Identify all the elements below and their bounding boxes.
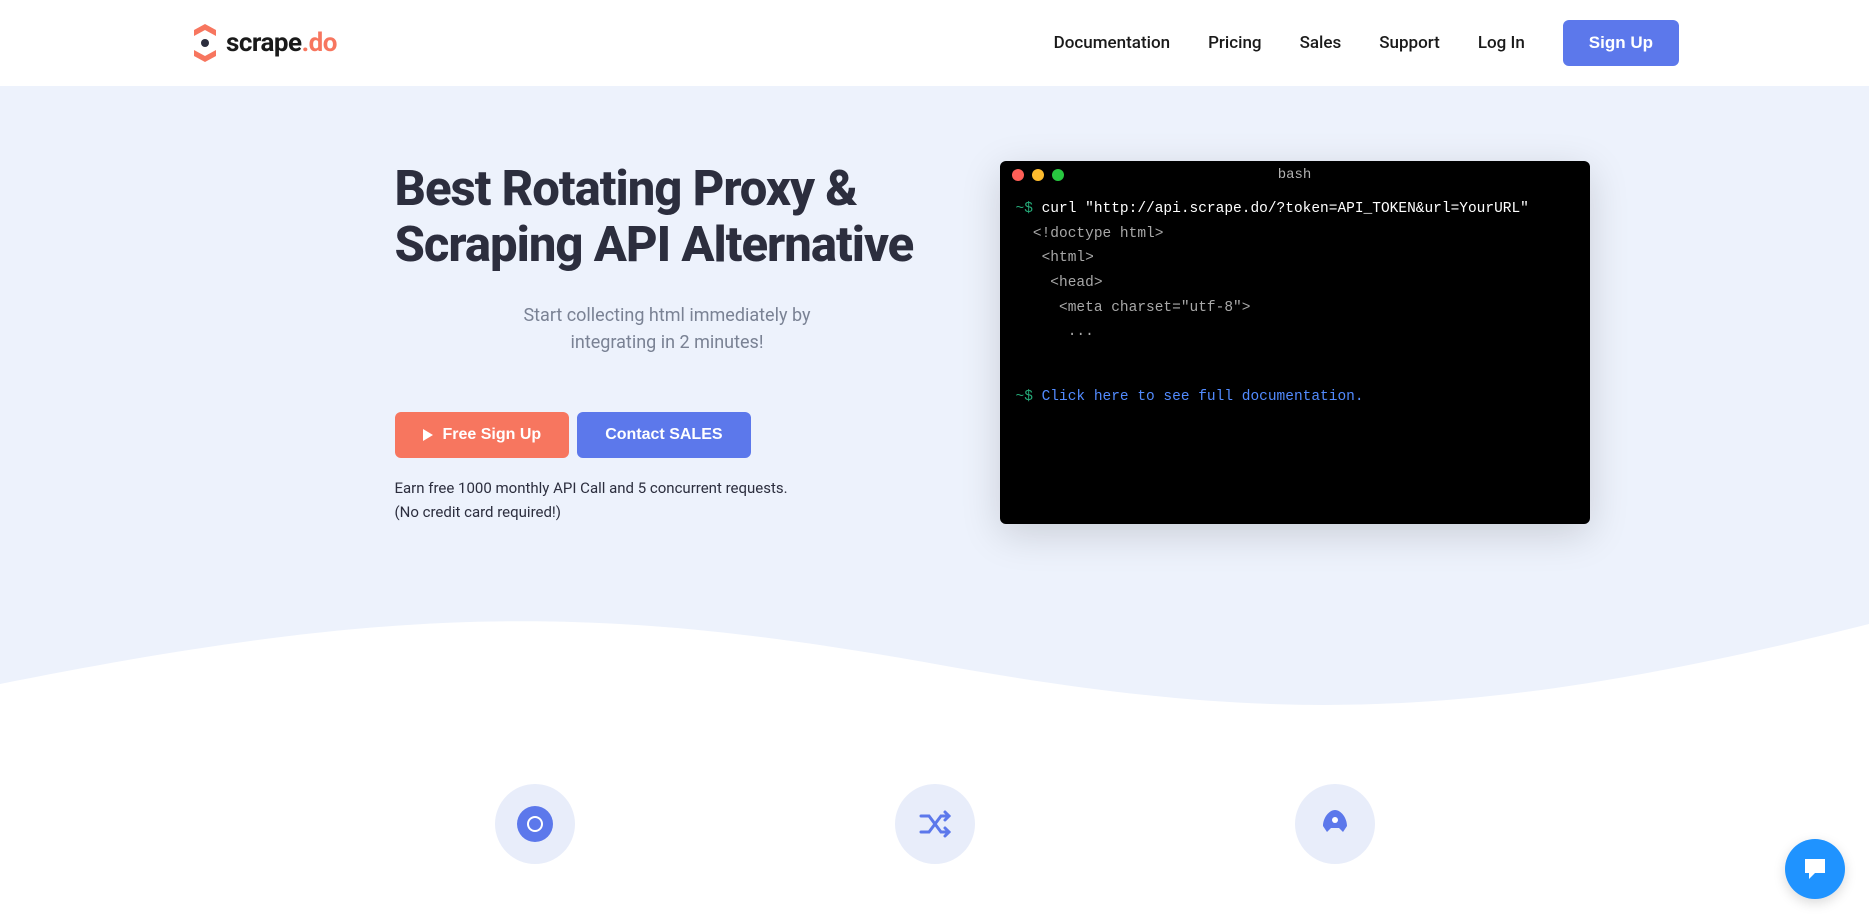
output-line: <head>: [1016, 271, 1574, 296]
terminal-body: ~$ curl "http://api.scrape.do/?token=API…: [1000, 189, 1590, 425]
fine-print-2: (No credit card required!): [395, 500, 940, 524]
logo-icon: [190, 22, 220, 64]
play-icon: [423, 429, 433, 441]
hero-section: Best Rotating Proxy & Scraping API Alter…: [0, 86, 1869, 744]
nav-login[interactable]: Log In: [1478, 33, 1525, 53]
logo[interactable]: scrape.do: [190, 22, 337, 64]
prompt: ~$: [1016, 389, 1033, 405]
terminal-header: bash: [1000, 161, 1590, 189]
output-line: <!doctype html>: [1016, 222, 1574, 247]
docs-link[interactable]: Click here to see full documentation.: [1042, 389, 1364, 405]
terminal-window: bash ~$ curl "http://api.scrape.do/?toke…: [1000, 161, 1590, 524]
free-signup-button[interactable]: Free Sign Up: [395, 412, 570, 458]
traffic-lights: [1012, 169, 1064, 181]
output-line: ...: [1016, 320, 1574, 345]
feature-shuffle-icon: [895, 784, 975, 864]
contact-sales-button[interactable]: Contact SALES: [577, 412, 750, 458]
hero-title: Best Rotating Proxy & Scraping API Alter…: [395, 161, 940, 274]
nav-support[interactable]: Support: [1379, 33, 1440, 53]
terminal-title: bash: [1278, 167, 1312, 183]
output-line: <meta charset="utf-8">: [1016, 296, 1574, 321]
chat-icon: [1801, 855, 1829, 883]
wave-divider: [0, 564, 1869, 744]
signup-button[interactable]: Sign Up: [1563, 20, 1679, 66]
logo-text: scrape.do: [226, 28, 337, 58]
feature-chrome-icon: [495, 784, 575, 864]
prompt: ~$: [1016, 201, 1033, 217]
nav-documentation[interactable]: Documentation: [1054, 33, 1170, 53]
nav-sales[interactable]: Sales: [1300, 33, 1342, 53]
hero-subtitle: Start collecting html immediately by int…: [482, 302, 852, 356]
close-icon[interactable]: [1012, 169, 1024, 181]
minimize-icon[interactable]: [1032, 169, 1044, 181]
free-signup-label: Free Sign Up: [443, 426, 542, 444]
feature-rocket-icon: [1295, 784, 1375, 864]
output-line: <html>: [1016, 246, 1574, 271]
fine-print-1: Earn free 1000 monthly API Call and 5 co…: [395, 476, 940, 500]
cta-row: Free Sign Up Contact SALES: [395, 412, 940, 458]
maximize-icon[interactable]: [1052, 169, 1064, 181]
site-header: scrape.do Documentation Pricing Sales Su…: [0, 0, 1869, 86]
main-nav: Documentation Pricing Sales Support Log …: [1054, 20, 1679, 66]
hero-content: Best Rotating Proxy & Scraping API Alter…: [395, 161, 940, 524]
features-section: [0, 744, 1869, 864]
chat-widget-button[interactable]: [1785, 839, 1845, 899]
curl-command: curl "http://api.scrape.do/?token=API_TO…: [1033, 201, 1529, 217]
nav-pricing[interactable]: Pricing: [1208, 33, 1262, 53]
